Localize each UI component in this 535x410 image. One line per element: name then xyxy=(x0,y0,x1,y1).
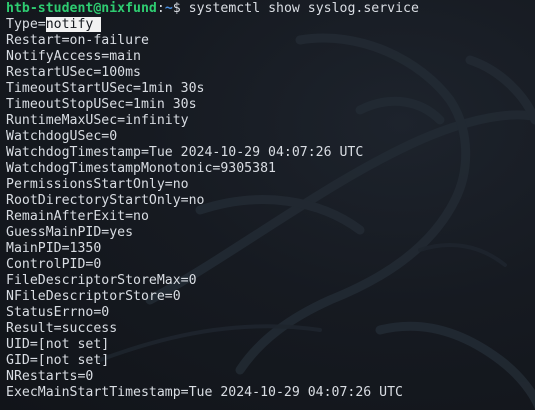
prompt-separator: : xyxy=(156,1,165,16)
output-line: RemainAfterExit=no xyxy=(6,209,149,224)
prompt-symbol: $ xyxy=(172,1,181,16)
terminal-window[interactable]: htb-student@nixfund:~$ systemctl show sy… xyxy=(0,0,535,410)
output-line: WatchdogUSec=0 xyxy=(6,129,118,144)
output-line: StatusErrno=0 xyxy=(6,305,110,320)
output-line: UID=[not set] xyxy=(6,337,110,352)
output-line: NFileDescriptorStore=0 xyxy=(6,289,181,304)
selected-text: notify xyxy=(45,17,102,32)
output-line: GID=[not set] xyxy=(6,353,110,368)
terminal-output[interactable]: htb-student@nixfund:~$ systemctl show sy… xyxy=(6,1,535,401)
output-line: NotifyAccess=main xyxy=(6,49,141,64)
output-line: MainPID=1350 xyxy=(6,241,102,256)
prompt-path: ~ xyxy=(164,1,173,16)
prompt-user-host: htb-student@nixfund xyxy=(6,1,157,16)
output-line: ControlPID=0 xyxy=(6,257,102,272)
output-line: Restart=on-failure xyxy=(6,33,149,48)
output-line: RestartUSec=100ms xyxy=(6,65,141,80)
command-text: systemctl show syslog.service xyxy=(188,1,419,16)
output-line: FileDescriptorStoreMax=0 xyxy=(6,273,197,288)
output-line: Result=success xyxy=(6,321,118,336)
output-line: ExecMainStartTimestamp=Tue 2024-10-29 04… xyxy=(6,385,403,400)
output-line: RootDirectoryStartOnly=no xyxy=(6,193,205,208)
output-line: Type=notify xyxy=(6,17,535,33)
output-line: PermissionsStartOnly=no xyxy=(6,177,189,192)
output-line: TimeoutStartUSec=1min 30s xyxy=(6,81,205,96)
output-line: RuntimeMaxUSec=infinity xyxy=(6,113,189,128)
output-line: WatchdogTimestampMonotonic=9305381 xyxy=(6,161,276,176)
prompt-line: htb-student@nixfund:~$ systemctl show sy… xyxy=(6,1,535,17)
output-key: Type= xyxy=(6,17,46,32)
output-line: TimeoutStopUSec=1min 30s xyxy=(6,97,197,112)
output-line: GuessMainPID=yes xyxy=(6,225,134,240)
output-line: NRestarts=0 xyxy=(6,369,94,384)
output-line: WatchdogTimestamp=Tue 2024-10-29 04:07:2… xyxy=(6,145,364,160)
